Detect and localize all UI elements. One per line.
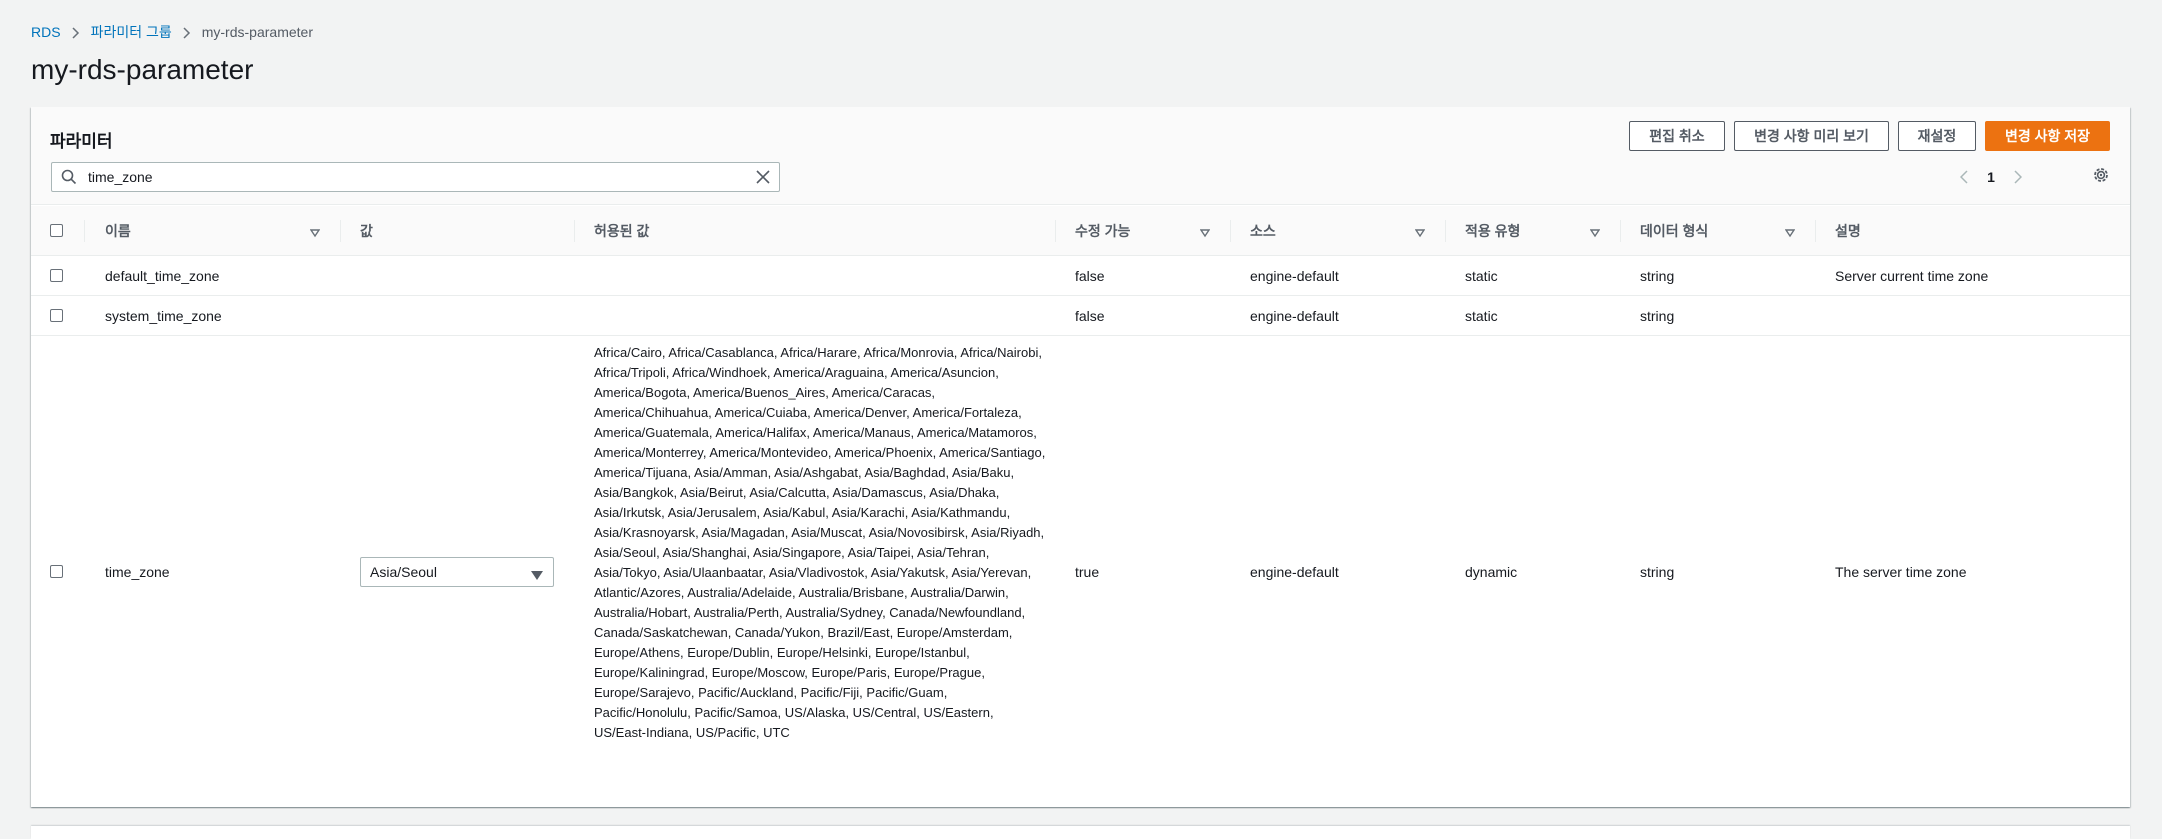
column-header-name[interactable]: 이름 [105,206,131,256]
row-checkbox[interactable] [50,565,63,578]
search-value: time_zone [88,169,153,185]
sort-icon[interactable] [1414,225,1426,243]
parameter-name: time_zone [105,564,170,580]
row-checkbox[interactable] [50,309,63,322]
apply-type-value: dynamic [1465,564,1518,580]
sort-icon[interactable] [309,225,321,243]
sort-icon[interactable] [1199,225,1211,243]
column-divider [1230,220,1231,242]
allowed-values: Africa/Cairo, Africa/Casablanca, Africa/… [594,345,1046,740]
column-header-modifiable[interactable]: 수정 가능 [1075,206,1130,256]
page-title: my-rds-parameter [31,54,254,85]
table-row[interactable]: default_time_zone false engine-default s… [31,256,2130,296]
parameters-panel: 파라미터 편집 취소 변경 사항 미리 보기 재설정 변경 사항 저장 time… [31,107,2130,807]
row-checkbox[interactable] [50,269,63,282]
parameter-name: system_time_zone [105,308,222,324]
caret-down-icon [531,568,543,584]
gear-icon[interactable] [2092,166,2110,189]
cancel-edit-button[interactable]: 편집 취소 [1629,121,1725,151]
column-header-data-type[interactable]: 데이터 형식 [1640,206,1708,256]
search-input[interactable]: time_zone [51,162,780,192]
source-value: engine-default [1250,308,1339,324]
select-all-checkbox[interactable] [50,224,63,237]
close-icon[interactable] [755,169,771,190]
select-value: Asia/Seoul [370,564,437,580]
chevron-right-icon [61,24,91,40]
column-header-value: 값 [360,223,373,239]
column-header-source[interactable]: 소스 [1250,206,1276,256]
column-divider [84,220,85,242]
column-divider [1445,220,1446,242]
column-header-apply-type[interactable]: 적용 유형 [1465,206,1520,256]
chevron-right-icon[interactable] [2006,165,2030,189]
source-value: engine-default [1250,268,1339,284]
reset-button[interactable]: 재설정 [1898,121,1976,151]
panel-header: 파라미터 편집 취소 변경 사항 미리 보기 재설정 변경 사항 저장 time… [31,107,2130,205]
data-type-value: string [1640,308,1675,324]
column-divider [340,220,341,242]
breadcrumb: RDS 파라미터 그룹 my-rds-parameter [31,22,313,42]
chevron-right-icon [172,24,202,40]
modifiable-value: true [1075,564,1100,580]
page: RDS 파라미터 그룹 my-rds-parameter my-rds-para… [0,0,2162,839]
breadcrumb-link-rds[interactable]: RDS [31,24,61,40]
column-header-allowed-values: 허용된 값 [594,223,650,239]
table-row[interactable]: time_zone Asia/Seoul Africa/Cairo, Afric… [31,336,2130,807]
apply-type-value: static [1465,268,1498,284]
preview-changes-button[interactable]: 변경 사항 미리 보기 [1734,121,1889,151]
chevron-left-icon[interactable] [1952,165,1976,189]
next-panel-edge [31,826,2130,839]
sort-icon[interactable] [1589,225,1601,243]
table-row[interactable]: system_time_zone false engine-default st… [31,296,2130,336]
column-divider [1055,220,1056,242]
column-divider [1620,220,1621,242]
save-changes-button[interactable]: 변경 사항 저장 [1985,121,2110,151]
table-header: 이름 값 허용된 값 수정 가능 소스 적용 유형 데이터 형식 설명 [31,206,2130,256]
column-header-description: 설명 [1835,223,1861,239]
value-select[interactable]: Asia/Seoul [360,557,554,587]
description-value: Server current time zone [1835,268,1989,284]
column-divider [1815,220,1816,242]
breadcrumb-current: my-rds-parameter [201,24,313,40]
modifiable-value: false [1075,308,1105,324]
current-page[interactable]: 1 [1976,169,2006,185]
data-type-value: string [1640,268,1675,284]
panel-title: 파라미터 [50,132,113,151]
data-type-value: string [1640,564,1675,580]
breadcrumb-link-parameter-groups[interactable]: 파라미터 그룹 [91,22,172,42]
search-icon [61,169,77,190]
description-value: The server time zone [1835,564,1967,580]
pagination: 1 [1952,165,2030,189]
modifiable-value: false [1075,268,1105,284]
column-divider [574,220,575,242]
sort-icon[interactable] [1784,225,1796,243]
source-value: engine-default [1250,564,1339,580]
apply-type-value: static [1465,308,1498,324]
parameter-name: default_time_zone [105,268,220,284]
